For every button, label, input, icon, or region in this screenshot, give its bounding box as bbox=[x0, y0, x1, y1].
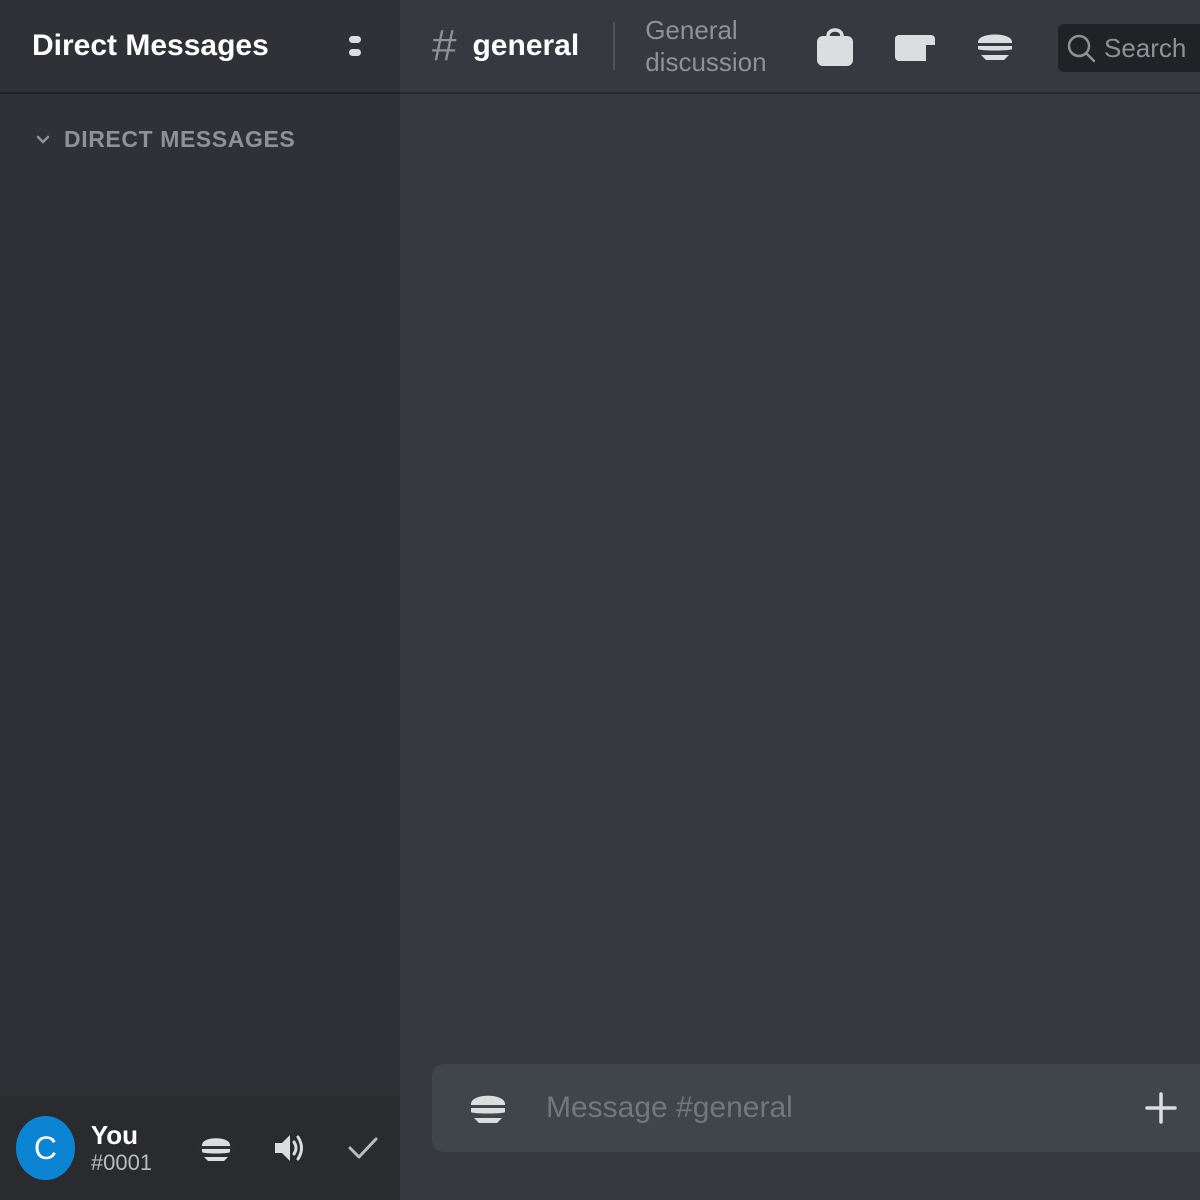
search-icon bbox=[1067, 34, 1096, 63]
plus-button[interactable] bbox=[1122, 1064, 1200, 1152]
card-icon bbox=[895, 35, 937, 61]
sidebar-title: Direct Messages bbox=[32, 29, 269, 62]
user-info: You #0001 bbox=[91, 1120, 179, 1176]
attachment-icon bbox=[469, 1088, 507, 1123]
kebab-menu-icon[interactable] bbox=[348, 36, 362, 56]
username: You bbox=[90, 1120, 139, 1150]
bag-icon bbox=[817, 28, 854, 66]
checkmark-icon bbox=[348, 1137, 378, 1159]
card-button[interactable] bbox=[875, 6, 955, 86]
bag-button[interactable] bbox=[795, 6, 875, 86]
sidebar: Direct Messages DIRECT MESSAGES C You #0… bbox=[0, 0, 400, 1200]
search-placeholder: Search bbox=[1104, 32, 1187, 63]
plus-icon bbox=[1145, 1092, 1177, 1124]
sidebar-header: Direct Messages bbox=[0, 0, 400, 94]
members-icon bbox=[976, 27, 1015, 60]
header-divider bbox=[613, 22, 616, 70]
microphone-icon bbox=[198, 1131, 233, 1161]
status-button[interactable] bbox=[326, 1108, 400, 1188]
channel-topic: General discussion bbox=[645, 15, 767, 77]
user-discriminator: #0001 bbox=[90, 1150, 153, 1175]
search-box[interactable]: Search bbox=[1058, 24, 1200, 72]
speaker-button[interactable] bbox=[253, 1108, 327, 1188]
channel-header: # general General discussion Search bbox=[400, 0, 1200, 94]
message-composer bbox=[432, 1064, 1200, 1152]
user-panel: C You #0001 bbox=[0, 1096, 400, 1200]
message-input[interactable] bbox=[544, 1090, 1122, 1126]
direct-messages-section-header[interactable]: DIRECT MESSAGES bbox=[36, 126, 295, 153]
chevron-down-icon bbox=[36, 135, 50, 144]
channel-name: general bbox=[472, 29, 580, 62]
attachment-button[interactable] bbox=[432, 1064, 544, 1152]
avatar[interactable]: C bbox=[16, 1116, 75, 1180]
channel-hash-icon: # bbox=[432, 21, 457, 70]
speaker-icon bbox=[274, 1135, 303, 1161]
section-label: DIRECT MESSAGES bbox=[64, 126, 296, 152]
microphone-button[interactable] bbox=[179, 1108, 253, 1188]
members-button[interactable] bbox=[955, 6, 1035, 86]
